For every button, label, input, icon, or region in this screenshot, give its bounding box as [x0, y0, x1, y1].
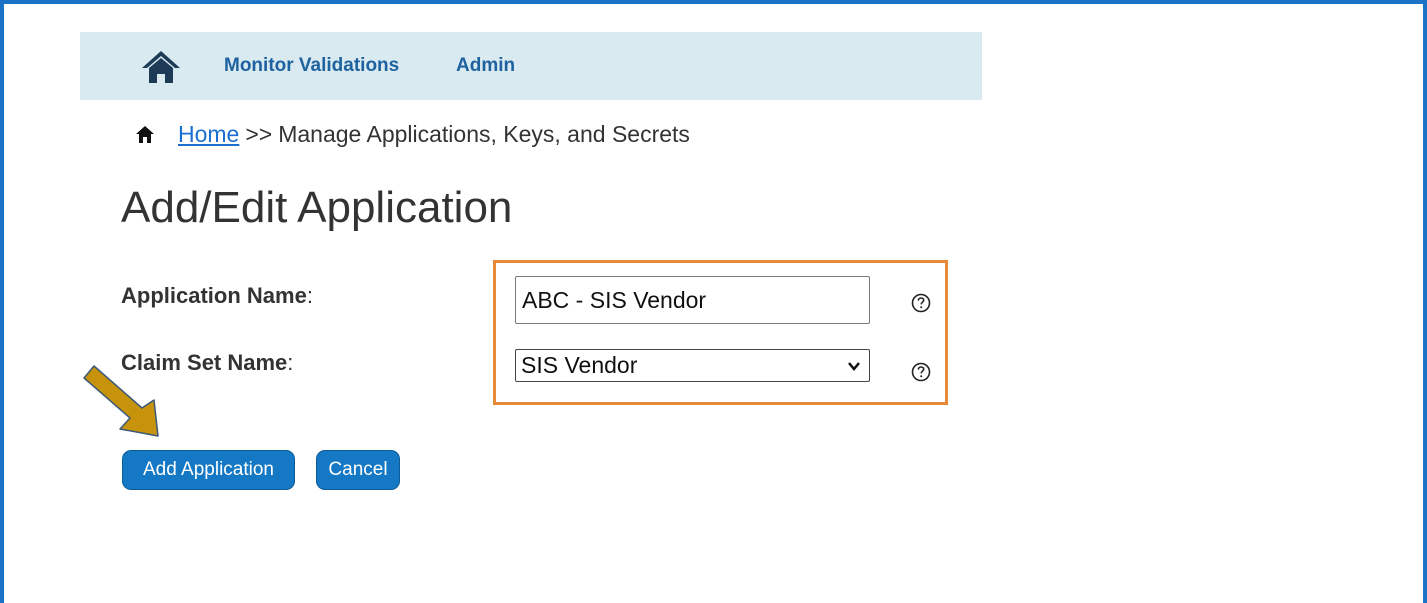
nav-monitor-validations[interactable]: Monitor Validations	[224, 55, 399, 77]
nav-admin[interactable]: Admin	[456, 55, 515, 77]
annotation-arrow-icon	[83, 365, 159, 437]
breadcrumb-current: Manage Applications, Keys, and Secrets	[278, 121, 690, 147]
help-icon[interactable]	[910, 361, 932, 383]
top-navbar: Monitor Validations Admin	[80, 32, 982, 100]
help-icon[interactable]	[910, 292, 932, 314]
cancel-button[interactable]: Cancel	[316, 450, 400, 490]
claim-set-selected-value: SIS Vendor	[521, 352, 638, 378]
breadcrumb-separator: >>	[245, 121, 273, 147]
add-application-button[interactable]: Add Application	[122, 450, 295, 490]
breadcrumb-home-link[interactable]: Home	[178, 121, 239, 148]
breadcrumb: Home >> Manage Applications, Keys, and S…	[136, 121, 690, 148]
label-colon: :	[287, 350, 294, 375]
chevron-down-icon	[848, 362, 860, 371]
application-name-label-text: Application Name	[121, 283, 307, 308]
label-colon: :	[306, 283, 313, 308]
claim-set-select[interactable]: SIS Vendor	[515, 349, 870, 382]
application-name-label: Application Name:	[121, 283, 313, 309]
page-title: Add/Edit Application	[121, 183, 513, 232]
application-name-input[interactable]	[515, 276, 870, 324]
home-icon	[136, 126, 154, 143]
home-icon[interactable]	[140, 49, 182, 85]
